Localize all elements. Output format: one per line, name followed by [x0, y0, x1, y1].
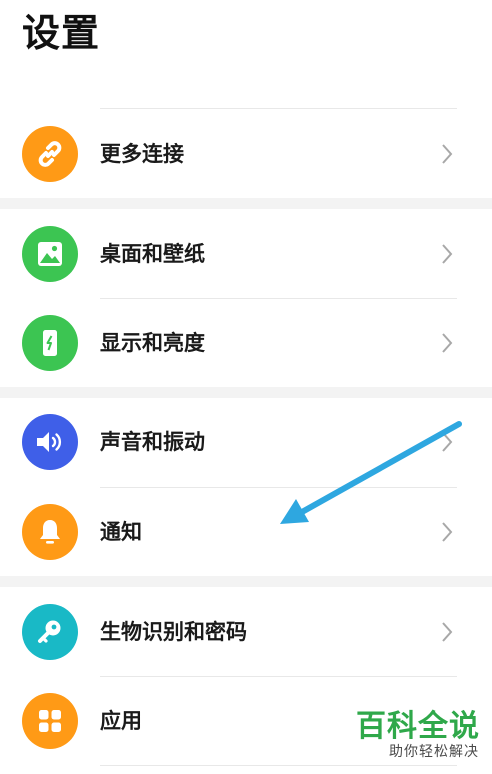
- watermark-logo: 百科全说: [356, 709, 480, 744]
- annotation-arrow: [280, 421, 462, 524]
- watermark-slogan: 助你轻松解决: [389, 744, 479, 760]
